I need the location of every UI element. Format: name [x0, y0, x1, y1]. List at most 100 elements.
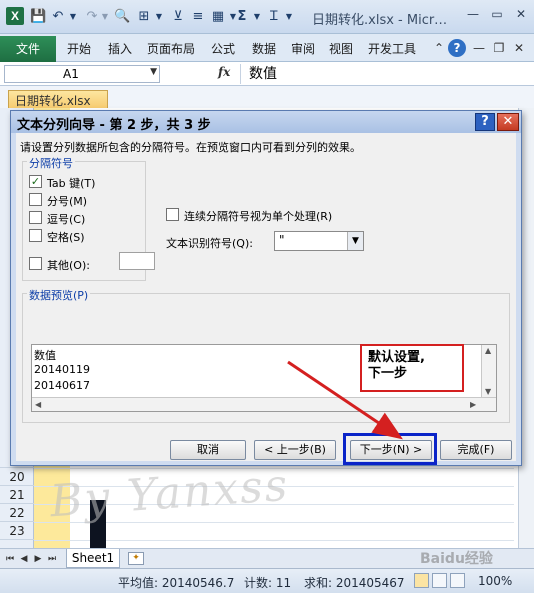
dialog-close-icon[interactable]: ✕ — [497, 113, 519, 131]
page-break-view-icon[interactable] — [450, 573, 465, 588]
redo-dropdown-icon[interactable]: ▼ — [100, 8, 110, 26]
back-button[interactable]: < 上一步(B) — [254, 440, 336, 460]
tab-home[interactable]: 开始 — [67, 40, 91, 57]
next-sheet-icon[interactable]: ▶ — [32, 551, 44, 567]
group-dropdown-icon[interactable]: ▼ — [154, 8, 164, 26]
undo-dropdown-icon[interactable]: ▼ — [68, 8, 78, 26]
page-layout-view-icon[interactable] — [432, 573, 447, 588]
finish-button[interactable]: 完成(F) — [440, 440, 512, 460]
callout-line-2: 下一步 — [368, 366, 408, 381]
filter-icon[interactable]: ⊻ — [170, 8, 186, 26]
data-preview-legend: 数据预览(P) — [27, 287, 91, 303]
minimize-icon[interactable]: — — [462, 5, 484, 23]
scroll-right-icon[interactable]: ▶ — [470, 400, 476, 409]
print-preview-icon[interactable]: 🔍 — [114, 8, 130, 26]
dialog-body: 请设置分列数据所包含的分隔符号。在预览窗口内可看到分列的效果。 分隔符号 ✓ T… — [16, 133, 516, 461]
space-checkbox[interactable] — [29, 229, 42, 242]
semicolon-checkbox[interactable] — [29, 193, 42, 206]
excel-app-icon[interactable]: X — [6, 7, 24, 25]
insert-sheet-icon[interactable]: ✦ — [128, 552, 144, 565]
row-header[interactable]: 22 — [0, 504, 34, 522]
tab-developer[interactable]: 开发工具 — [368, 40, 416, 57]
maximize-icon[interactable]: ▭ — [486, 5, 508, 23]
formula-bar: A1 ▼ fx 数值 — [0, 62, 534, 86]
workbook-restore-icon[interactable]: ❐ — [490, 39, 508, 57]
workbook-close-icon[interactable]: ✕ — [510, 39, 528, 57]
autosum-dropdown-icon[interactable]: ▼ — [252, 8, 262, 26]
annotation-callout: 默认设置, 下一步 — [360, 344, 464, 392]
preview-vertical-scrollbar[interactable]: ▲ ▼ — [481, 345, 496, 399]
insert-function-icon[interactable]: fx — [218, 65, 230, 79]
watermark-text: By Yanxss — [48, 459, 291, 528]
autosum-icon[interactable]: Σ — [234, 8, 250, 26]
status-bar: 平均值: 20140546.7 计数: 11 求和: 201405467 100… — [0, 568, 534, 593]
text-qualifier-select[interactable]: " ▼ — [274, 231, 364, 251]
chevron-down-icon[interactable]: ▼ — [150, 67, 157, 77]
text-qualifier-label: 文本识别符号(Q): — [166, 237, 253, 250]
preview-line: 20140617 — [34, 379, 90, 392]
row-header[interactable]: 21 — [0, 486, 34, 504]
comma-checkbox[interactable] — [29, 211, 42, 224]
consecutive-checkbox[interactable] — [166, 208, 179, 221]
workbook-minimize-icon[interactable]: — — [470, 39, 488, 57]
scroll-left-icon[interactable]: ◀ — [35, 400, 41, 409]
tab-data[interactable]: 数据 — [252, 40, 276, 57]
row-header[interactable]: 20 — [0, 468, 34, 486]
name-box-value: A1 — [63, 67, 79, 81]
comma-checkbox-label: 逗号(C) — [47, 213, 86, 226]
other-delimiter-input[interactable] — [119, 252, 155, 270]
cancel-button[interactable]: 取消 — [170, 440, 246, 460]
normal-view-icon[interactable] — [414, 573, 429, 588]
delimiters-group: 分隔符号 ✓ Tab 键(T) 分号(M) 逗号(C) 空格(S) 其他(O): — [22, 155, 155, 281]
baidu-brand-watermark: Baidu经验 — [420, 551, 493, 567]
scroll-down-icon[interactable]: ▼ — [485, 387, 491, 396]
space-checkbox-label: 空格(S) — [47, 231, 85, 244]
formula-input[interactable]: 数值 — [240, 64, 530, 84]
sort-icon[interactable]: ≡ — [190, 8, 206, 26]
tab-view[interactable]: 视图 — [329, 40, 353, 57]
tab-review[interactable]: 审阅 — [291, 40, 315, 57]
callout-line-1: 默认设置, — [368, 350, 425, 365]
status-count: 计数: 11 — [244, 576, 292, 590]
quick-access-customize-icon[interactable]: ▼ — [284, 8, 294, 26]
last-sheet-icon[interactable]: ⏭ — [46, 551, 58, 567]
clear-format-icon[interactable]: Ꮖ — [266, 8, 282, 26]
tab-page-layout[interactable]: 页面布局 — [147, 40, 195, 57]
consecutive-checkbox-label: 连续分隔符号视为单个处理(R) — [184, 210, 333, 223]
undo-icon[interactable]: ↶ — [50, 8, 66, 26]
tab-checkbox-label: Tab 键(T) — [47, 177, 96, 190]
chevron-down-icon[interactable]: ▼ — [347, 232, 363, 250]
dialog-title-bar[interactable]: 文本分列向导 - 第 2 步，共 3 步 ? ✕ — [11, 111, 521, 133]
zoom-level[interactable]: 100% — [478, 574, 512, 588]
status-average: 平均值: 20140546.7 — [118, 576, 235, 590]
borders-icon[interactable]: ▦ — [210, 8, 226, 26]
tab-file[interactable]: 文件 — [0, 36, 56, 62]
gridline — [34, 540, 514, 541]
ribbon-minimize-icon[interactable]: ⌃ — [430, 39, 448, 57]
first-sheet-icon[interactable]: ⏮ — [4, 551, 16, 567]
group-icon[interactable]: ⊞ — [136, 8, 152, 26]
save-icon[interactable]: 💾 — [30, 8, 46, 26]
other-checkbox-label: 其他(O): — [47, 259, 90, 272]
semicolon-checkbox-label: 分号(M) — [47, 195, 88, 208]
window-title: 日期转化.xlsx - Micr… — [312, 13, 448, 28]
dialog-help-icon[interactable]: ? — [475, 113, 495, 131]
help-icon[interactable]: ? — [448, 39, 466, 57]
ribbon-tabs: 文件 开始 插入 页面布局 公式 数据 审阅 视图 开发工具 ⌃ ? — ❐ ✕ — [0, 34, 534, 62]
prev-sheet-icon[interactable]: ◀ — [18, 551, 30, 567]
other-checkbox[interactable] — [29, 257, 42, 270]
window-close-icon[interactable]: ✕ — [510, 5, 532, 23]
tab-checkbox[interactable]: ✓ — [29, 175, 42, 188]
preview-horizontal-scrollbar[interactable]: ◀ ▶ — [32, 397, 496, 411]
workbook-tab[interactable]: 日期转化.xlsx — [8, 90, 108, 110]
next-button-highlight — [343, 433, 437, 465]
name-box[interactable]: A1 ▼ — [4, 65, 160, 83]
scroll-up-icon[interactable]: ▲ — [485, 346, 491, 355]
tab-formulas[interactable]: 公式 — [211, 40, 235, 57]
dialog-description: 请设置分列数据所包含的分隔符号。在预览窗口内可看到分列的效果。 — [20, 141, 361, 154]
row-header[interactable]: 23 — [0, 522, 34, 540]
redo-icon[interactable]: ↷ — [84, 8, 100, 26]
tab-insert[interactable]: 插入 — [108, 40, 132, 57]
text-qualifier-value: " — [279, 233, 285, 247]
sheet-tab-sheet1[interactable]: Sheet1 — [66, 549, 120, 568]
